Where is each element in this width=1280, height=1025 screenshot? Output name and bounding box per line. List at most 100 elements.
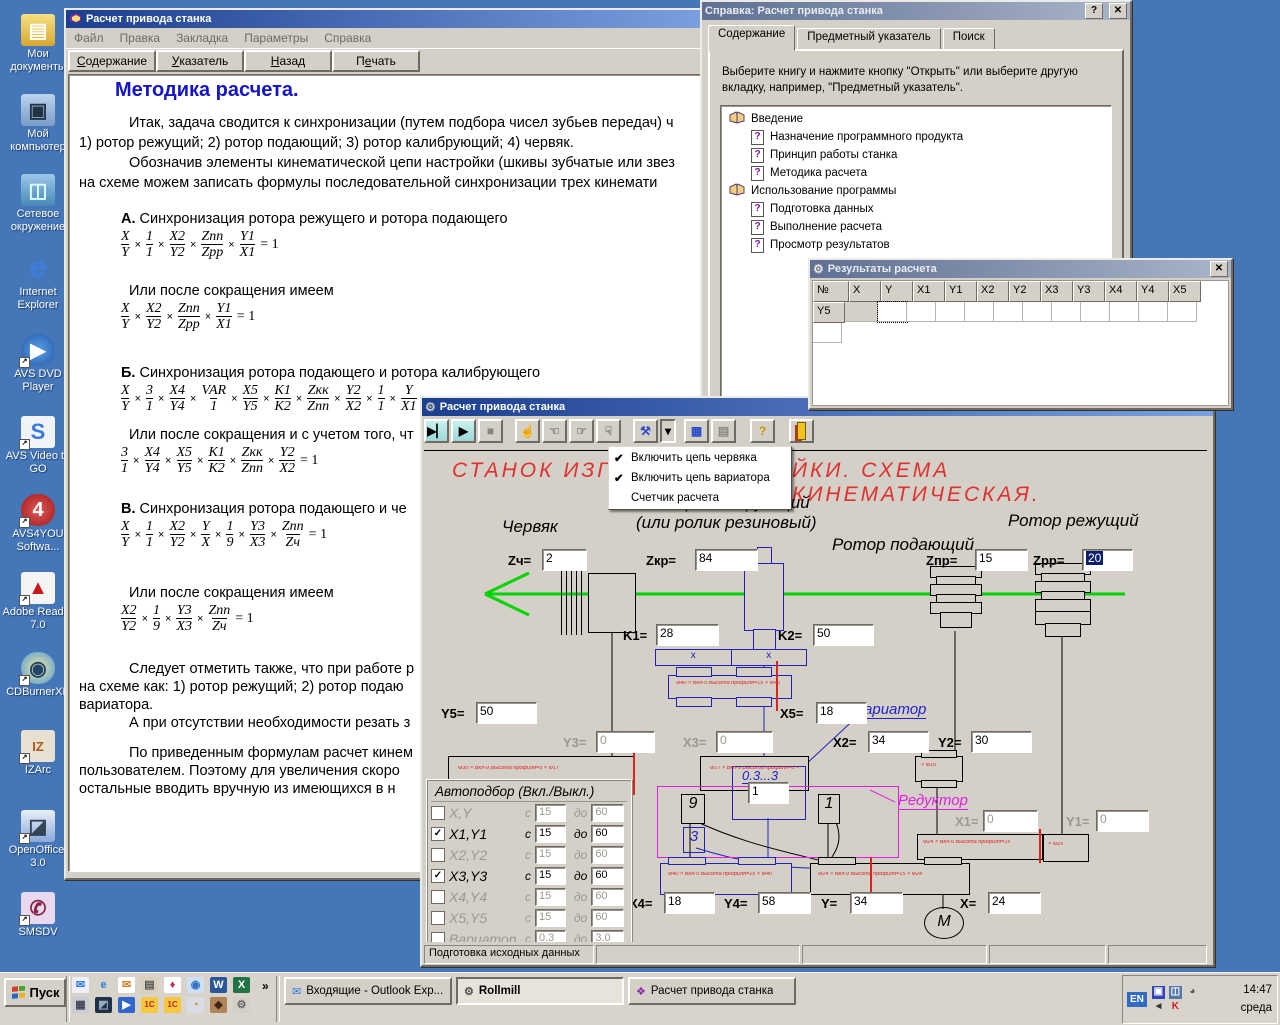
input-Y2=[interactable]: 30	[971, 731, 1032, 753]
results-grid[interactable]: №XYX1Y1X2Y2X3Y3X4Y4X5Y5	[813, 281, 1210, 343]
toolbar-button-Печать[interactable]: Печать	[332, 50, 420, 72]
input-Y3=[interactable]: 0	[596, 731, 655, 753]
column-header-№[interactable]: №	[813, 281, 849, 302]
column-header-X5[interactable]: X5	[1169, 281, 1201, 302]
run-button[interactable]: ▶	[451, 419, 476, 443]
grid-cell[interactable]	[994, 302, 1023, 322]
input-X5=[interactable]: 18	[816, 702, 867, 724]
column-header-Y3[interactable]: Y3	[1073, 281, 1105, 302]
to-input[interactable]: 60	[591, 909, 624, 927]
quick-launch-more[interactable]: »	[262, 979, 269, 993]
column-header-Y5[interactable]: Y5	[813, 302, 845, 323]
table-button[interactable]: ▦	[684, 419, 709, 443]
input-X3=[interactable]: 0	[716, 731, 773, 753]
column-header-X4[interactable]: X4	[1105, 281, 1137, 302]
from-input[interactable]: 0.3	[535, 930, 566, 943]
grid-cell[interactable]	[1081, 302, 1110, 322]
input-K1=[interactable]: 28	[656, 624, 719, 646]
menu-item-Включить цепь червяка[interactable]: ✔Включить цепь червяка	[610, 448, 790, 468]
print-button[interactable]: ▤	[711, 419, 736, 443]
hand-left-button[interactable]: ☜	[542, 419, 567, 443]
quick-launch-admin-tools[interactable]: ⚙	[233, 997, 250, 1013]
step-button[interactable]: ▶▏	[424, 419, 449, 443]
grid-cell[interactable]	[936, 302, 965, 322]
volume-icon[interactable]: ◄	[1152, 1001, 1165, 1014]
tree-item[interactable]: ?Выполнение расчета	[723, 218, 1109, 236]
quick-launch-messenger[interactable]: ✉	[118, 977, 135, 993]
floppy-icon[interactable]: ▣	[1152, 986, 1165, 999]
hand-right-button[interactable]: ☞	[569, 419, 594, 443]
checkbox-X5,Y5[interactable]	[431, 911, 445, 925]
tree-item[interactable]: ?Подготовка данных	[723, 200, 1109, 218]
update-icon[interactable]: ◕	[1186, 986, 1199, 999]
hand-up-button[interactable]: ☝	[515, 419, 540, 443]
tree-item[interactable]: ?Просмотр результатов	[723, 236, 1109, 254]
tab-Содержание[interactable]: Содержание	[708, 25, 795, 51]
quick-launch-1c-enterprise-2[interactable]: 1С	[164, 997, 181, 1013]
grid-cell[interactable]	[813, 323, 842, 343]
close-icon[interactable]: ✕	[1210, 261, 1228, 277]
menu-Закладка[interactable]: Закладка	[176, 31, 228, 45]
input-variator-ratio[interactable]: 1	[748, 782, 789, 804]
input-K2=[interactable]: 50	[813, 624, 874, 646]
quick-launch-calculator[interactable]: ▦	[72, 997, 89, 1013]
tools-button[interactable]: ⚒	[633, 419, 658, 443]
quick-launch-excel[interactable]: X	[233, 977, 250, 993]
input-Zч=[interactable]: 2	[542, 549, 587, 571]
language-indicator[interactable]: EN	[1127, 992, 1147, 1007]
grid-cell[interactable]	[1023, 302, 1052, 322]
quick-launch-photo-editor[interactable]: ◩	[95, 997, 112, 1013]
column-header-Y4[interactable]: Y4	[1137, 281, 1169, 302]
menu-Файл[interactable]: Файл	[74, 31, 104, 45]
quick-launch-netmeeting[interactable]: ◉	[187, 977, 204, 993]
column-header-X1[interactable]: X1	[913, 281, 945, 302]
task-button-Входящие - Outlook Exp...[interactable]: ✉Входящие - Outlook Exp...	[284, 977, 452, 1005]
task-button-Rollmill[interactable]: ⚙Rollmill	[456, 977, 624, 1005]
grid-cell[interactable]	[1139, 302, 1168, 322]
quick-launch-printer[interactable]: ▤	[141, 977, 158, 993]
checkbox-X3,Y3[interactable]: ✓	[431, 869, 445, 883]
clock[interactable]: 14:47	[1243, 984, 1272, 996]
tree-item[interactable]: ?Методика расчета	[723, 164, 1109, 182]
toolbar-button-Указатель[interactable]: Указатель	[156, 50, 244, 72]
checkbox-X2,Y2[interactable]	[431, 848, 445, 862]
quick-launch-word[interactable]: W	[210, 977, 227, 993]
tab-Предметный указатель[interactable]: Предметный указатель	[797, 28, 941, 51]
help-viewer-titlebar[interactable]: Расчет привода станка	[66, 10, 708, 28]
grid-cell[interactable]	[1052, 302, 1081, 322]
tab-Поиск[interactable]: Поиск	[943, 28, 995, 51]
to-input[interactable]: 60	[591, 825, 624, 843]
help-button[interactable]: ?	[750, 419, 775, 443]
input-Y=[interactable]: 34	[850, 892, 903, 914]
column-header-Y1[interactable]: Y1	[945, 281, 977, 302]
column-header-Y[interactable]: Y	[881, 281, 913, 302]
to-input[interactable]: 60	[591, 804, 624, 822]
checkbox-X,Y[interactable]	[431, 806, 445, 820]
quick-launch-viewer[interactable]: ◆	[210, 997, 227, 1013]
to-input[interactable]: 60	[591, 846, 624, 864]
from-input[interactable]: 15	[535, 867, 566, 885]
input-Zрр=[interactable]: 20	[1082, 549, 1133, 571]
toolbar-button-Содержание[interactable]: Содержание	[68, 50, 156, 72]
network-icon[interactable]: ◫	[1169, 986, 1182, 999]
input-X=[interactable]: 24	[988, 892, 1041, 914]
grid-cell[interactable]	[907, 302, 936, 322]
from-input[interactable]: 15	[535, 846, 566, 864]
to-input[interactable]: 60	[591, 888, 624, 906]
close-icon[interactable]: ✕	[1109, 3, 1127, 19]
tree-item[interactable]: ?Принцип работы станка	[723, 146, 1109, 164]
tree-item[interactable]: Введение	[723, 110, 1109, 128]
to-input[interactable]: 60	[591, 867, 624, 885]
tree-item[interactable]: Использование программы	[723, 182, 1109, 200]
help-dialog-titlebar[interactable]: Справка: Расчет привода станка ? ✕	[702, 2, 1130, 20]
checkbox-X1,Y1[interactable]: ✓	[431, 827, 445, 841]
grid-cell[interactable]	[965, 302, 994, 322]
from-input[interactable]: 15	[535, 825, 566, 843]
task-button-Расчет привода станка[interactable]: ❖Расчет привода станка	[628, 977, 796, 1005]
help-icon[interactable]: ?	[1085, 3, 1103, 19]
menu-item-Счетчик расчета[interactable]: Счетчик расчета	[610, 488, 790, 508]
quick-launch-cd-burner[interactable]: ◔	[187, 997, 204, 1013]
input-Zпр=[interactable]: 15	[975, 549, 1028, 571]
tree-item[interactable]: ?Назначение программного продукта	[723, 128, 1109, 146]
grid-cell[interactable]	[1168, 302, 1197, 322]
